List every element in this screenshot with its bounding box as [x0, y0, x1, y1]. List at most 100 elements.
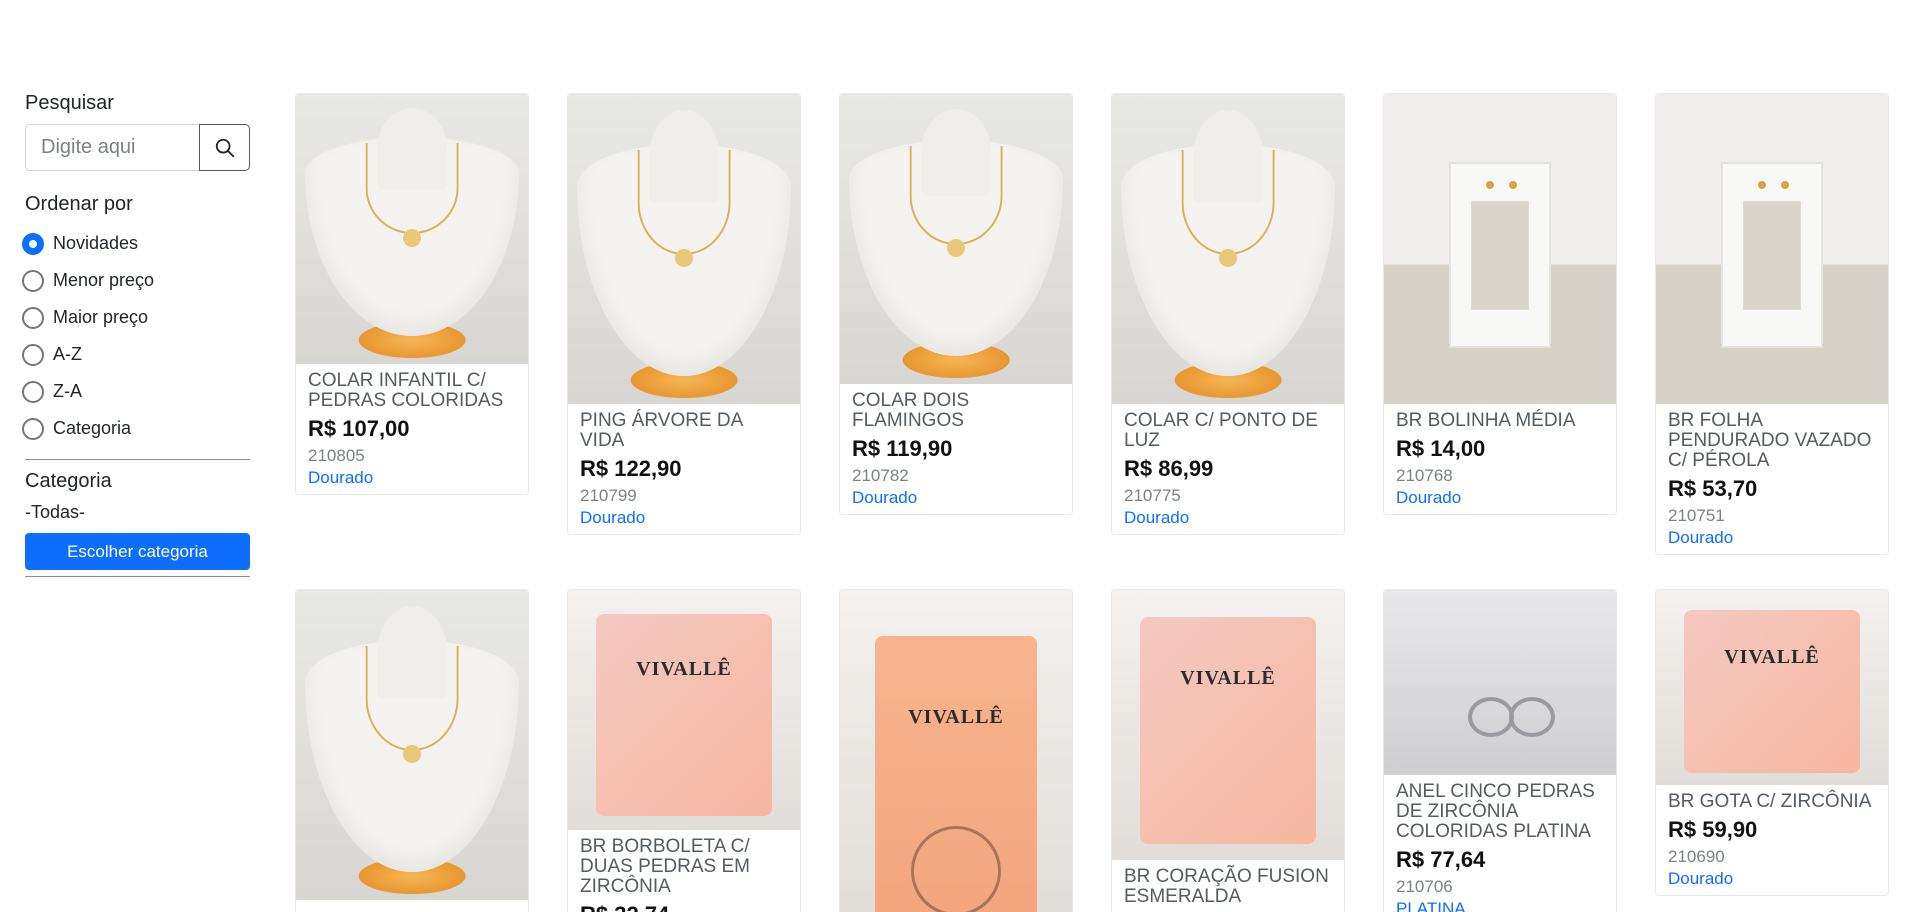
product-card[interactable] [295, 589, 529, 912]
category-heading: Categoria [25, 470, 112, 492]
radio-checked-icon[interactable] [22, 232, 44, 255]
product-image[interactable] [1112, 94, 1344, 404]
product-card[interactable]: PING ÁRVORE DA VIDA R$ 122,90 210799 Dourad… [567, 93, 801, 535]
product-name[interactable]: BR GOTA C/ ZIRCÔNIA [1668, 792, 1876, 812]
sort-option-a-z[interactable]: A-Z [22, 336, 250, 373]
necklace-pendant [1219, 249, 1237, 267]
necklace-chain [909, 146, 1003, 245]
sort-option-label: Z-A [53, 381, 82, 401]
product-name[interactable]: COLAR DOIS FLAMINGOS [852, 391, 1060, 431]
ring-shape [1467, 697, 1514, 738]
product-image[interactable]: VIVALLÊ [1656, 590, 1888, 785]
display-card: VIVALLÊ [595, 614, 773, 816]
product-name[interactable]: BR BORBOLETA C/ DUAS PEDRAS EM ZIRCÔNIA [580, 837, 788, 897]
search-input[interactable] [25, 124, 199, 171]
product-image[interactable] [1384, 590, 1616, 775]
necklace-pendant [675, 249, 693, 267]
product-price: R$ 107,00 [308, 416, 410, 441]
product-info: PING ÁRVORE DA VIDA R$ 122,90 210799 Dourad… [568, 404, 800, 534]
display-card: VIVALLÊ [1139, 617, 1317, 844]
display-card: VIVALLÊ [874, 636, 1038, 912]
radio-icon[interactable] [22, 269, 44, 292]
product-variant[interactable]: Dourado [1668, 868, 1876, 889]
product-info: ANEL CINCO PEDRAS DE ZIRCÔNIA COLORIDAS … [1384, 775, 1616, 912]
category-value: -Todas- [25, 502, 86, 522]
search-button[interactable] [199, 124, 250, 171]
product-code: 210751 [1668, 506, 1725, 525]
product-info: BR BORBOLETA C/ DUAS PEDRAS EM ZIRCÔNIA R… [568, 830, 800, 912]
product-variant[interactable]: Dourado [852, 487, 1060, 508]
choose-category-button[interactable]: Escolher categoria [25, 533, 250, 570]
product-variant[interactable]: Dourado [1396, 487, 1604, 508]
product-info: COLAR DOIS FLAMINGOS R$ 119,90 210782 Doura… [840, 384, 1072, 514]
product-card[interactable]: BR BOLINHA MÉDIA R$ 14,00 210768 Dourado [1383, 93, 1617, 515]
product-image[interactable]: VIVALLÊ [1112, 590, 1344, 860]
product-name[interactable]: PING ÁRVORE DA VIDA [580, 411, 788, 451]
divider [25, 576, 250, 577]
earring [1758, 180, 1767, 189]
radio-icon[interactable] [22, 306, 44, 329]
product-price: R$ 32,74 [580, 903, 788, 912]
product-image[interactable] [1384, 94, 1616, 404]
product-image[interactable] [296, 590, 528, 900]
necklace-chain [365, 142, 459, 235]
product-variant[interactable]: PLATINA [1396, 898, 1604, 912]
product-card[interactable]: COLAR DOIS FLAMINGOS R$ 119,90 210782 Doura… [839, 93, 1073, 515]
product-code: 210799 [580, 486, 637, 505]
product-card[interactable]: COLAR C/ PONTO DE LUZ R$ 86,99 210775 Doura… [1111, 93, 1345, 535]
product-image[interactable] [296, 94, 528, 364]
divider [25, 459, 250, 460]
ring-shape [1509, 697, 1556, 738]
sidebar: Pesquisar Ordenar por Novidades Menor pr… [22, 92, 250, 587]
product-card[interactable]: BR FOLHA PENDURADO VAZADO C/ PÉROLA R$ 53… [1655, 93, 1889, 555]
product-price: R$ 53,70 [1668, 476, 1758, 501]
product-image[interactable]: VIVALLÊ [568, 590, 800, 830]
necklace-pendant [403, 745, 421, 763]
product-name[interactable]: COLAR C/ PONTO DE LUZ [1124, 411, 1332, 451]
product-image[interactable] [840, 94, 1072, 384]
product-name[interactable]: ANEL CINCO PEDRAS DE ZIRCÔNIA COLORIDAS … [1396, 782, 1604, 842]
product-name[interactable]: BR FOLHA PENDURADO VAZADO C/ PÉROLA [1668, 411, 1876, 471]
earring [1486, 180, 1495, 189]
sort-option-label: A-Z [53, 344, 82, 364]
product-card[interactable]: COLAR INFANTIL C/ PEDRAS COLORIDAS R$ 107… [295, 93, 529, 495]
product-name[interactable]: BR CORAÇÃO FUSION ESMERALDA [1124, 867, 1332, 907]
sort-option-novidades[interactable]: Novidades [22, 225, 250, 262]
search-icon [215, 138, 234, 157]
product-code: 210690 [1668, 847, 1725, 866]
product-card[interactable]: VIVALLÊ [839, 589, 1073, 912]
product-image[interactable] [1656, 94, 1888, 404]
product-card[interactable]: ANEL CINCO PEDRAS DE ZIRCÔNIA COLORIDAS … [1383, 589, 1617, 912]
brand-logo: VIVALLÊ [1724, 645, 1820, 668]
radio-icon[interactable] [22, 380, 44, 403]
radio-icon[interactable] [22, 343, 44, 366]
sort-option-maior-preco[interactable]: Maior preço [22, 299, 250, 336]
product-variant[interactable]: Dourado [1668, 527, 1876, 548]
brand-logo: VIVALLÊ [636, 658, 732, 681]
product-code: 210775 [1124, 486, 1181, 505]
product-variant[interactable]: Dourado [308, 467, 516, 488]
product-code: 210805 [308, 446, 365, 465]
product-info [296, 900, 528, 912]
product-code: 210768 [1396, 466, 1453, 485]
product-price: R$ 14,00 [1396, 436, 1486, 461]
radio-icon[interactable] [22, 417, 44, 440]
product-card[interactable]: VIVALLÊ BR BORBOLETA C/ DUAS PEDRAS EM ZI… [567, 589, 801, 912]
sort-option-categoria[interactable]: Categoria [22, 410, 250, 447]
product-variant[interactable]: Dourado [1124, 507, 1332, 528]
product-card[interactable]: VIVALLÊ BR GOTA C/ ZIRCÔNIA R$ 59,90 210690… [1655, 589, 1889, 896]
product-name[interactable]: BR BOLINHA MÉDIA [1396, 411, 1604, 431]
product-image[interactable]: VIVALLÊ [840, 590, 1072, 912]
brand-logo: VIVALLÊ [908, 705, 1004, 728]
sort-option-z-a[interactable]: Z-A [22, 373, 250, 410]
product-name[interactable]: COLAR INFANTIL C/ PEDRAS COLORIDAS [308, 371, 516, 411]
product-variant[interactable]: Dourado [580, 507, 788, 528]
product-card[interactable]: VIVALLÊ BR CORAÇÃO FUSION ESMERALDA [1111, 589, 1345, 912]
product-image[interactable] [568, 94, 800, 404]
product-info: BR BOLINHA MÉDIA R$ 14,00 210768 Dourado [1384, 404, 1616, 514]
display-card: VIVALLÊ [1683, 609, 1861, 774]
product-info: BR CORAÇÃO FUSION ESMERALDA [1112, 860, 1344, 912]
product-code: 210782 [852, 466, 909, 485]
display-frame [1448, 162, 1552, 349]
sort-option-menor-preco[interactable]: Menor preço [22, 262, 250, 299]
